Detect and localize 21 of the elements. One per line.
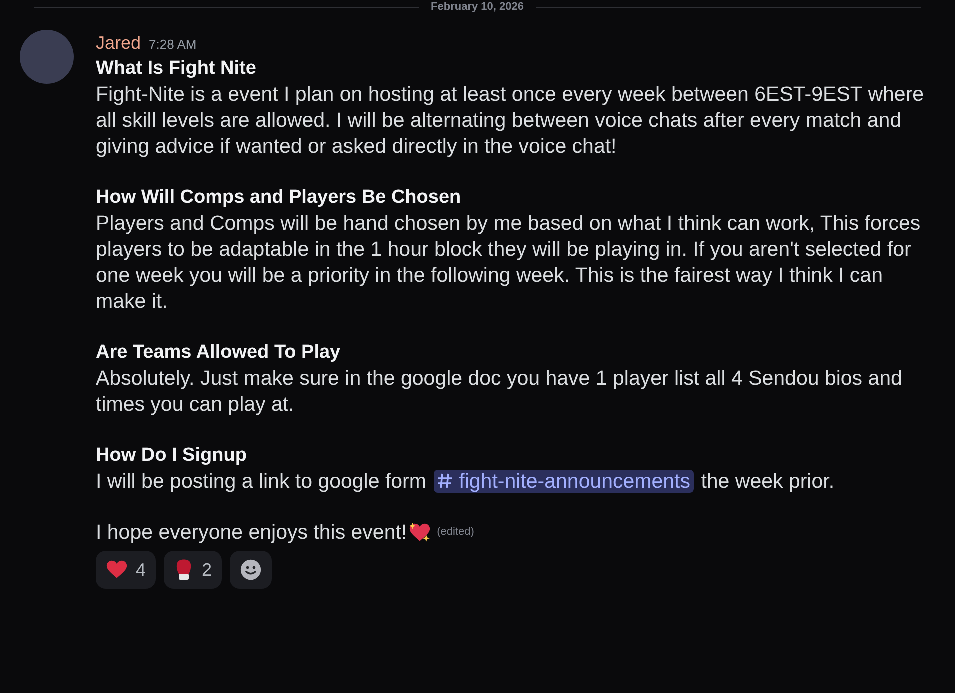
edited-label: (edited) bbox=[437, 525, 474, 540]
paragraph: Players and Comps will be hand chosen by me based on what I think can work, This forces players to be adaptable in the 1 hour block they will be playing in. If you aren't selected for one week you will be a priority in the following week. This is the fairest way I think I can make it. bbox=[96, 211, 922, 315]
paragraph: Fight-Nite is a event I plan on hosting at least once every week between 6EST-9EST where all skill levels are allowed. I will be alternating between voice chats after every match and giving advice if wanted or asked directly in the voice chat! bbox=[96, 82, 925, 160]
closing-text: I hope everyone enjoys this event! bbox=[96, 520, 408, 545]
section-heading: Are Teams Allowed To Play bbox=[96, 341, 342, 365]
section-heading: What Is Fight Nite bbox=[96, 57, 258, 81]
channel-mention-link[interactable]: fight-nite-announcements bbox=[434, 470, 694, 493]
message-time: 7:28 AM bbox=[149, 36, 197, 54]
sparkling-heart-icon bbox=[409, 522, 432, 544]
add-reaction-smiley-icon bbox=[240, 559, 262, 581]
paragraph: Absolutely. Just make sure in the google doc you have 1 player list all 4 Sendou bios and times you can play at. bbox=[96, 366, 904, 418]
add-reaction-button[interactable] bbox=[230, 551, 272, 589]
reaction-button[interactable]: 4 bbox=[96, 551, 156, 589]
section-heading: How Do I Signup bbox=[96, 444, 248, 468]
date-divider: February 10, 2026 bbox=[430, 0, 525, 14]
reaction-button[interactable]: 2 bbox=[164, 551, 222, 589]
hash-icon bbox=[437, 473, 454, 489]
heart-icon bbox=[106, 559, 128, 581]
section-heading: How Will Comps and Players Be Chosen bbox=[96, 186, 462, 210]
author-name[interactable]: Jared bbox=[96, 30, 142, 56]
paragraph: I will be posting a link to google form fight-nite-announcements the week prior. bbox=[96, 469, 836, 495]
